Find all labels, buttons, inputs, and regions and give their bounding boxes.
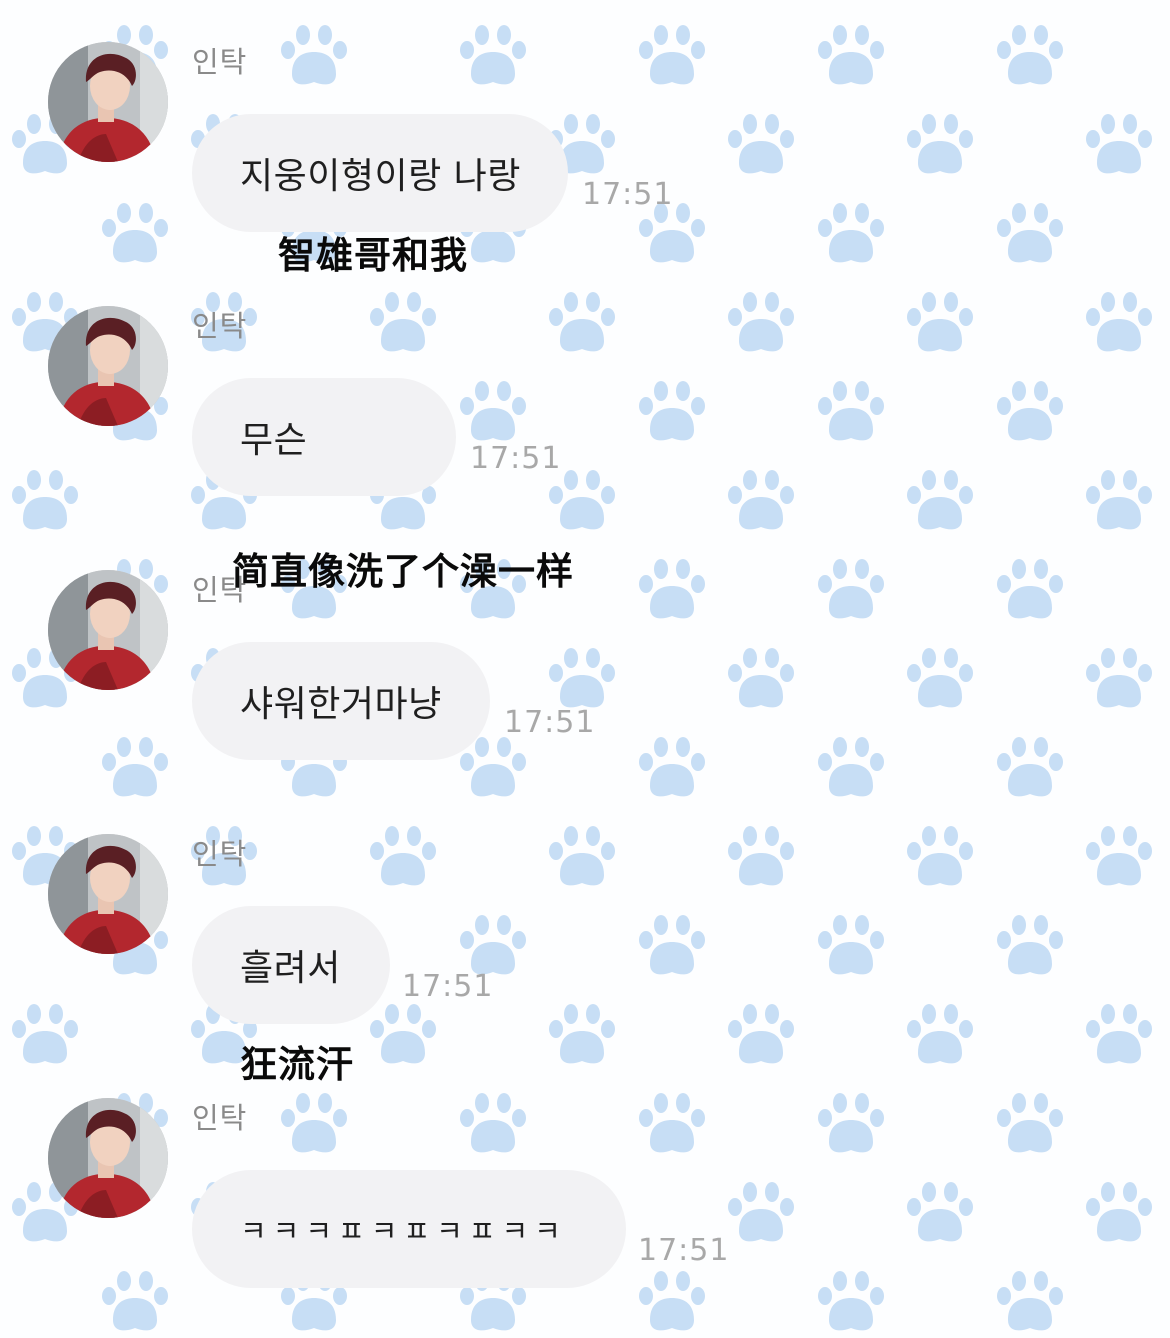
sender-name: 인탁 xyxy=(192,837,248,871)
message-time: 17:51 xyxy=(470,441,562,476)
translation-caption: 简直像洗了个澡一样 xyxy=(232,550,574,593)
message-text: ㅋㅋㅋㅍㅋㅍㅋㅍㅋㅋ xyxy=(240,1214,567,1248)
message-time: 17:51 xyxy=(402,969,494,1004)
message-bubble[interactable]: 무슨 xyxy=(192,378,456,496)
avatar-photo xyxy=(48,42,168,162)
message-text: 무슨 xyxy=(240,420,308,461)
avatar[interactable] xyxy=(48,42,168,162)
avatar[interactable] xyxy=(48,570,168,690)
message-row: 인탁 흘려서 17:51 xyxy=(0,792,1170,1056)
message-text: 샤워한거마냥 xyxy=(240,684,442,725)
sender-name: 인탁 xyxy=(192,1101,248,1135)
avatar[interactable] xyxy=(48,834,168,954)
avatar-photo xyxy=(48,834,168,954)
message-bubble[interactable]: 샤워한거마냥 xyxy=(192,642,490,760)
message-row: 인탁 무슨 17:51 xyxy=(0,264,1170,528)
translation-caption: 狂流汗 xyxy=(240,1043,354,1086)
message-text: 흘려서 xyxy=(240,948,341,989)
chat-view[interactable]: 인탁 지웅이형이랑 나랑 17:51 인탁 무슨 17:51 인탁 샤워한거마냥… xyxy=(0,0,1170,1338)
avatar-photo xyxy=(48,1098,168,1218)
avatar-photo xyxy=(48,570,168,690)
message-bubble[interactable]: 지웅이형이랑 나랑 xyxy=(192,114,568,232)
sender-name: 인탁 xyxy=(192,45,248,79)
message-bubble[interactable]: ㅋㅋㅋㅍㅋㅍㅋㅍㅋㅋ xyxy=(192,1170,626,1288)
sender-name: 인탁 xyxy=(192,309,248,343)
avatar[interactable] xyxy=(48,306,168,426)
message-text: 지웅이형이랑 나랑 xyxy=(240,156,521,197)
message-bubble[interactable]: 흘려서 xyxy=(192,906,390,1024)
message-row: 인탁 샤워한거마냥 17:51 xyxy=(0,528,1170,792)
translation-caption: 智雄哥和我 xyxy=(278,234,468,277)
message-row: 인탁 ㅋㅋㅋㅍㅋㅍㅋㅍㅋㅋ 17:51 xyxy=(0,1056,1170,1320)
message-time: 17:51 xyxy=(638,1233,730,1268)
avatar[interactable] xyxy=(48,1098,168,1218)
avatar-photo xyxy=(48,306,168,426)
message-row: 인탁 지웅이형이랑 나랑 17:51 xyxy=(0,0,1170,264)
message-time: 17:51 xyxy=(504,705,596,740)
message-time: 17:51 xyxy=(582,177,674,212)
